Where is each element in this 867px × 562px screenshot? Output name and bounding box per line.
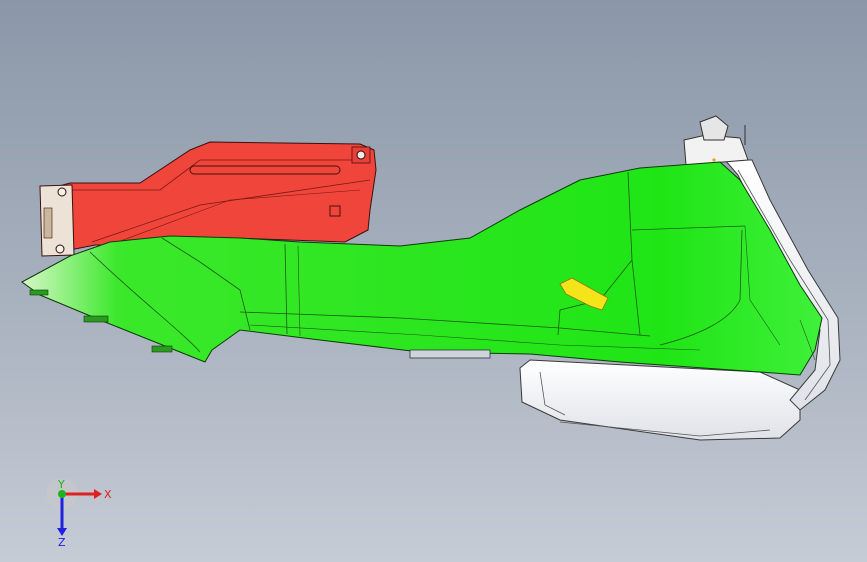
- cad-3d-viewport[interactable]: X Y Z: [0, 0, 867, 562]
- x-axis-label: X: [104, 488, 112, 501]
- coordinate-triad[interactable]: X Y Z: [40, 478, 120, 549]
- y-axis-dot: [58, 490, 66, 498]
- 3d-model-view[interactable]: [0, 0, 867, 562]
- y-axis-label: Y: [57, 478, 65, 491]
- z-axis-label: Z: [58, 536, 66, 548]
